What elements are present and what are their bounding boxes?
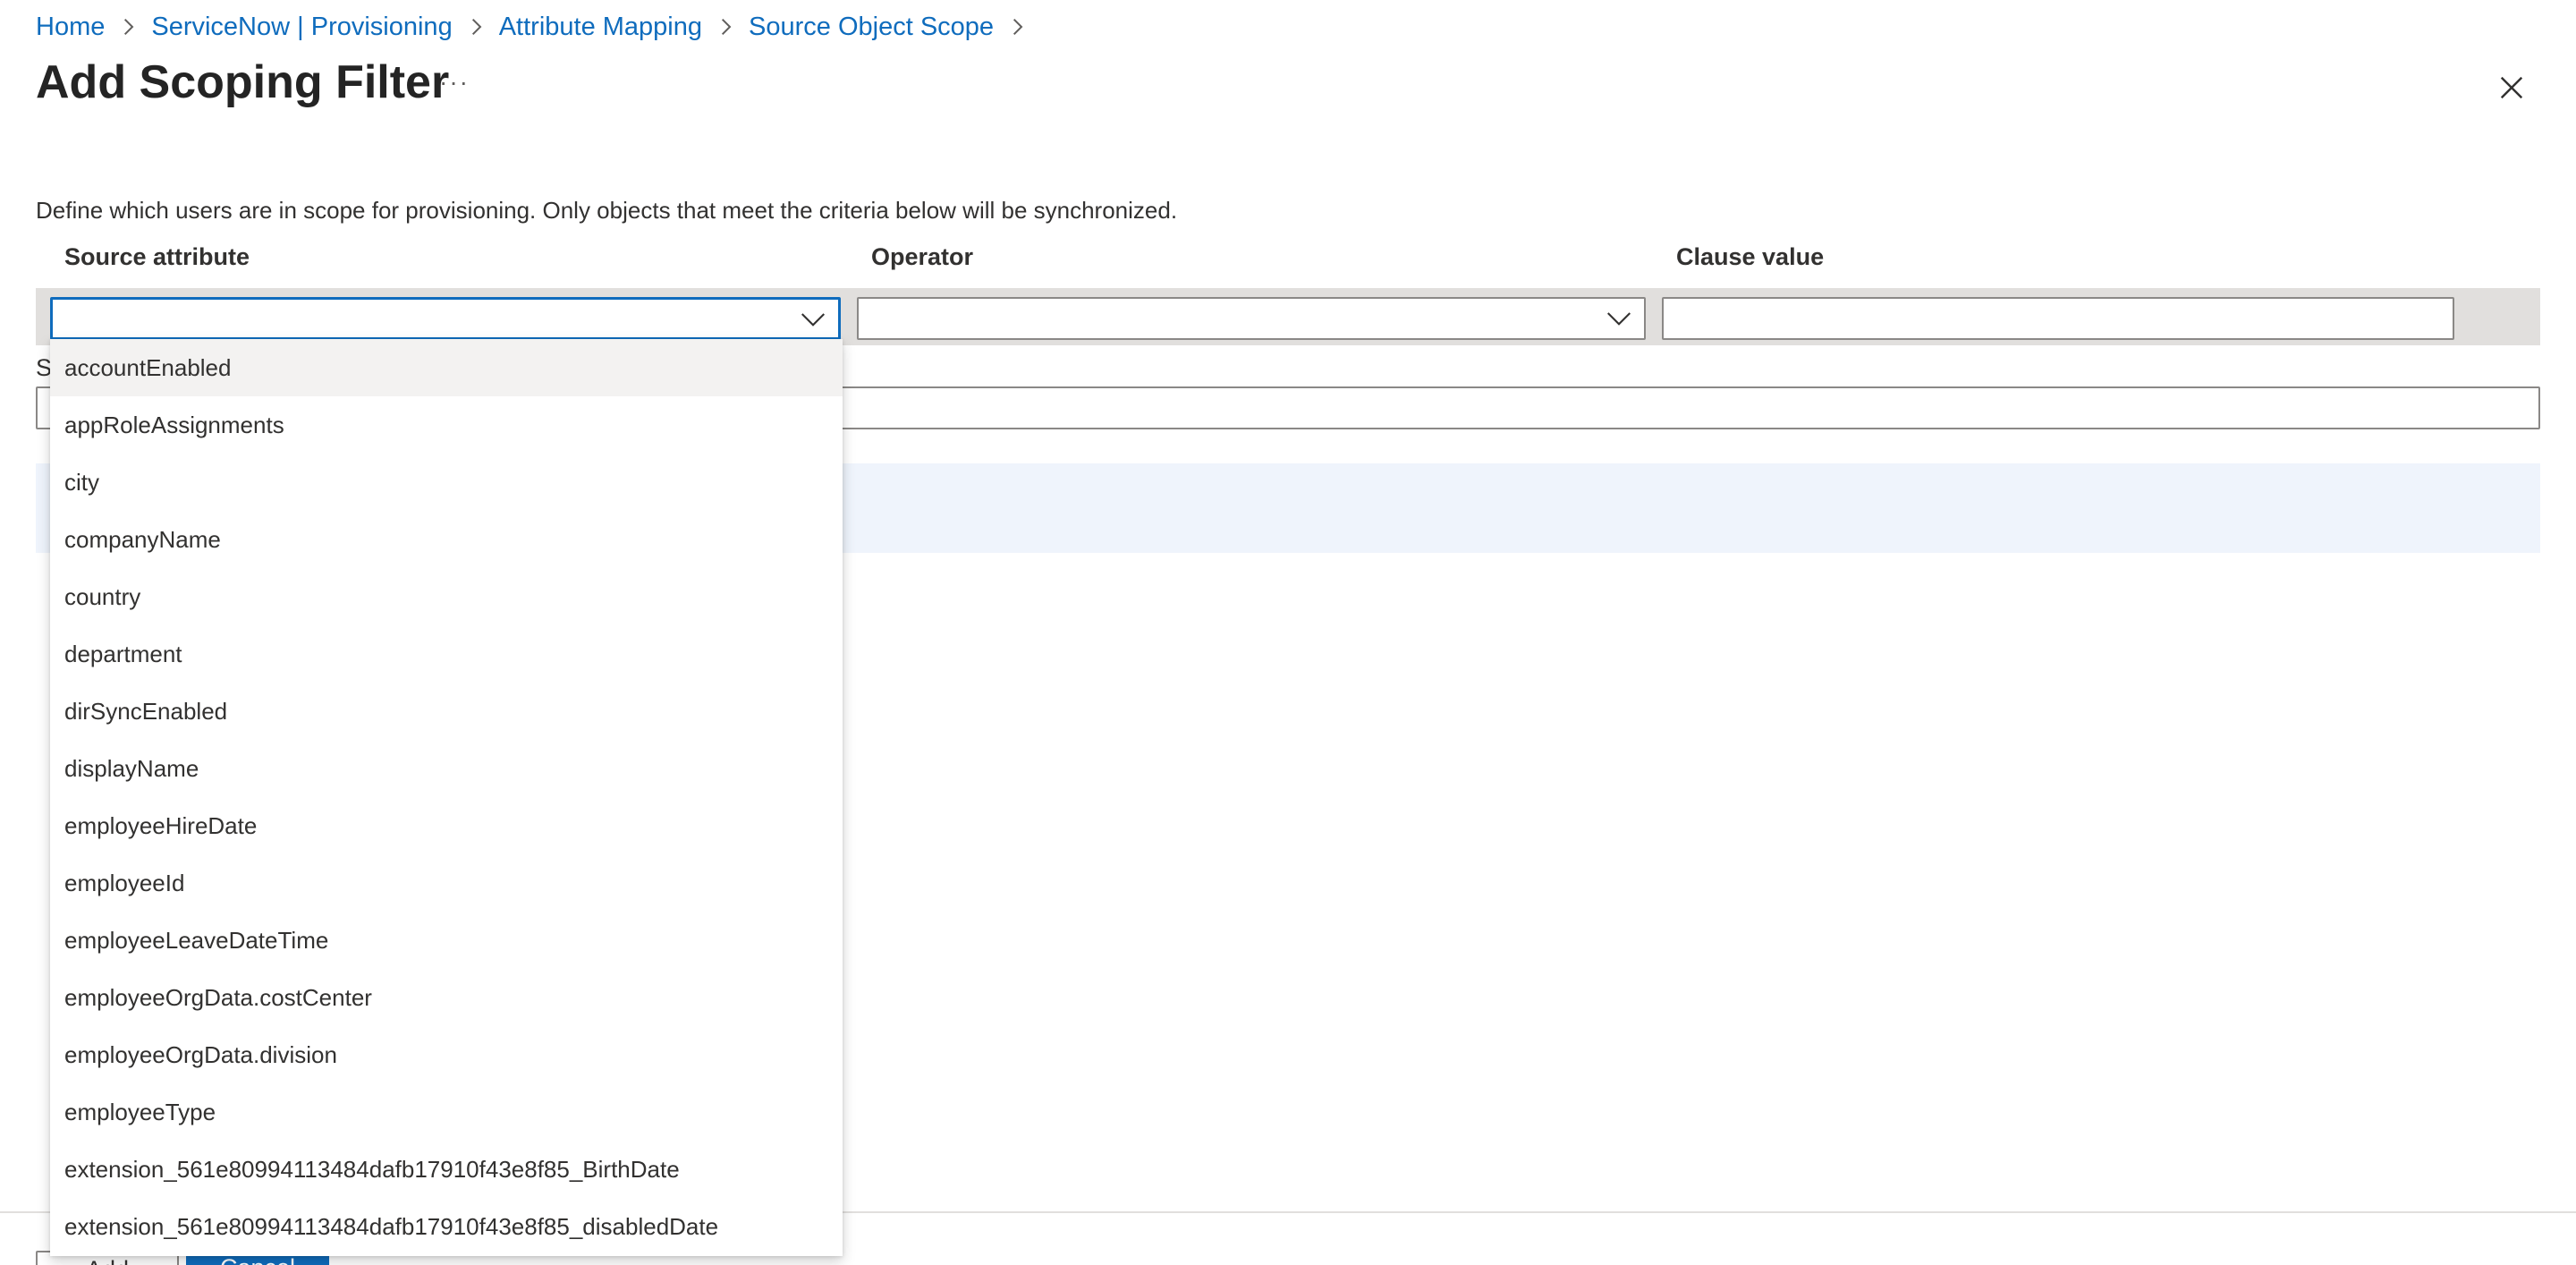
breadcrumb-source-object-scope[interactable]: Source Object Scope [749, 13, 994, 42]
breadcrumb-servicenow-provisioning[interactable]: ServiceNow | Provisioning [151, 13, 452, 42]
option-employee-org-data-division[interactable]: employeeOrgData.division [50, 1026, 843, 1083]
option-employee-id[interactable]: employeeId [50, 854, 843, 912]
clause-value-header: Clause value [1676, 243, 1825, 270]
close-icon [2500, 76, 2523, 99]
source-attribute-options-list: accountEnabled appRoleAssignments city c… [50, 339, 843, 1256]
option-city[interactable]: city [50, 454, 843, 511]
close-button[interactable] [2492, 68, 2531, 107]
chevron-right-icon [1010, 18, 1024, 36]
breadcrumb: Home ServiceNow | Provisioning Attribute… [36, 11, 1040, 43]
source-attribute-dropdown[interactable] [50, 297, 841, 340]
option-extension-disabled-date[interactable]: extension_561e80994113484dafb17910f43e8f… [50, 1198, 843, 1255]
option-display-name[interactable]: displayName [50, 740, 843, 797]
option-account-enabled[interactable]: accountEnabled [50, 339, 843, 396]
option-country[interactable]: country [50, 568, 843, 625]
chevron-right-icon [121, 18, 135, 36]
option-employee-leave-date-time[interactable]: employeeLeaveDateTime [50, 912, 843, 969]
clause-row [36, 288, 2540, 345]
chevron-right-icon [718, 18, 733, 36]
option-dir-sync-enabled[interactable]: dirSyncEnabled [50, 683, 843, 740]
add-scoping-filter-page: Home ServiceNow | Provisioning Attribute… [0, 0, 2576, 1265]
option-employee-type[interactable]: employeeType [50, 1083, 843, 1141]
chevron-right-icon [469, 18, 483, 36]
operator-dropdown[interactable] [857, 297, 1646, 340]
option-app-role-assignments[interactable]: appRoleAssignments [50, 396, 843, 454]
breadcrumb-home[interactable]: Home [36, 13, 105, 42]
chevron-down-icon [1607, 312, 1631, 326]
page-title: Add Scoping Filter [36, 56, 450, 108]
more-options-button[interactable]: ··· [436, 64, 472, 100]
scope-description: Define which users are in scope for prov… [36, 197, 1178, 224]
chevron-down-icon [801, 313, 825, 327]
option-company-name[interactable]: companyName [50, 511, 843, 568]
option-department[interactable]: department [50, 625, 843, 683]
breadcrumb-attribute-mapping[interactable]: Attribute Mapping [499, 13, 702, 42]
source-attribute-header: Source attribute [64, 243, 250, 270]
operator-header: Operator [871, 243, 974, 270]
option-employee-hire-date[interactable]: employeeHireDate [50, 797, 843, 854]
option-extension-birth-date[interactable]: extension_561e80994113484dafb17910f43e8f… [50, 1141, 843, 1198]
clause-value-input[interactable] [1662, 297, 2454, 340]
option-employee-org-data-cost-center[interactable]: employeeOrgData.costCenter [50, 969, 843, 1026]
